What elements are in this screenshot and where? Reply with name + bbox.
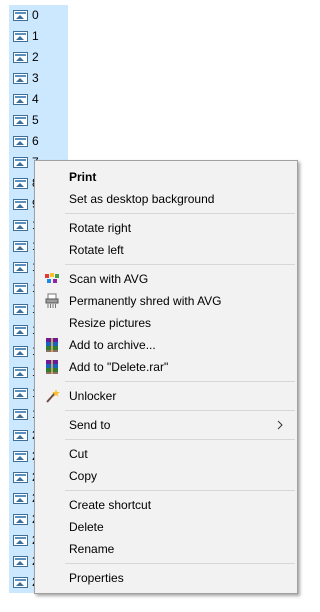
image-file-icon <box>13 556 28 567</box>
menu-separator <box>65 213 295 214</box>
file-item[interactable]: 2 <box>9 47 68 68</box>
menu-item-delete[interactable]: Delete <box>35 516 297 538</box>
menu-item-label: Create shortcut <box>69 498 152 512</box>
image-file-icon <box>13 430 28 441</box>
image-file-icon <box>13 514 28 525</box>
file-name: 3 <box>32 71 39 85</box>
menu-item-copy[interactable]: Copy <box>35 465 297 487</box>
menu-item-label: Send to <box>69 418 111 432</box>
menu-separator <box>65 439 295 440</box>
file-name: 4 <box>32 92 39 106</box>
image-file-icon <box>13 577 28 588</box>
file-item[interactable]: 3 <box>9 68 68 89</box>
menu-item-label: Rotate right <box>69 221 132 235</box>
menu-item-label: Print <box>69 170 97 184</box>
image-file-icon <box>13 304 28 315</box>
menu-item-label: Resize pictures <box>69 316 152 330</box>
image-file-icon <box>13 388 28 399</box>
menu-item-label: Add to "Delete.rar" <box>69 360 169 374</box>
image-file-icon <box>13 409 28 420</box>
image-file-icon <box>13 136 28 147</box>
file-item[interactable]: 5 <box>9 110 68 131</box>
menu-separator <box>65 381 295 382</box>
image-file-icon <box>13 178 28 189</box>
shredder-icon <box>45 293 59 308</box>
image-file-icon <box>13 283 28 294</box>
file-name: 6 <box>32 134 39 148</box>
menu-item-add-to-archive[interactable]: Add to archive... <box>35 334 297 356</box>
menu-item-create-shortcut[interactable]: Create shortcut <box>35 494 297 516</box>
winrar-icon <box>46 360 58 374</box>
file-name: 0 <box>32 8 39 22</box>
menu-item-cut[interactable]: Cut <box>35 443 297 465</box>
file-name: 1 <box>32 29 39 43</box>
menu-item-rename[interactable]: Rename <box>35 538 297 560</box>
menu-item-resize-pictures[interactable]: Resize pictures <box>35 312 297 334</box>
image-file-icon <box>13 31 28 42</box>
image-file-icon <box>13 94 28 105</box>
menu-separator <box>65 264 295 265</box>
explorer-window: 0 1 2 3 4 5 6 7 8 9 1 1 1 1 1 1 1 1 1 1 … <box>0 0 305 612</box>
menu-item-print[interactable]: Print <box>35 166 297 188</box>
menu-item-scan-avg[interactable]: Scan with AVG <box>35 268 297 290</box>
image-file-icon <box>13 262 28 273</box>
file-name: 2 <box>32 50 39 64</box>
image-file-icon <box>13 325 28 336</box>
image-file-icon <box>13 493 28 504</box>
menu-item-label: Unlocker <box>69 389 117 403</box>
image-file-icon <box>13 52 28 63</box>
image-file-icon <box>13 73 28 84</box>
chevron-right-icon <box>277 420 283 430</box>
image-file-icon <box>13 199 28 210</box>
image-file-icon <box>13 220 28 231</box>
menu-separator <box>65 563 295 564</box>
menu-item-label: Permanently shred with AVG <box>69 294 222 308</box>
menu-item-send-to[interactable]: Send to <box>35 414 297 436</box>
menu-item-label: Delete <box>69 520 104 534</box>
image-file-icon <box>13 367 28 378</box>
file-item[interactable]: 1 <box>9 26 68 47</box>
menu-item-label: Rotate left <box>69 243 124 257</box>
file-item[interactable]: 0 <box>9 5 68 26</box>
menu-item-properties[interactable]: Properties <box>35 567 297 589</box>
image-file-icon <box>13 346 28 357</box>
menu-item-label: Scan with AVG <box>69 272 149 286</box>
menu-item-label: Copy <box>69 469 98 483</box>
menu-item-set-desktop-background[interactable]: Set as desktop background <box>35 188 297 210</box>
menu-item-label: Add to archive... <box>69 338 156 352</box>
menu-item-rotate-right[interactable]: Rotate right <box>35 217 297 239</box>
image-file-icon <box>13 115 28 126</box>
menu-separator <box>65 410 295 411</box>
context-menu: Print Set as desktop background Rotate r… <box>34 160 298 594</box>
menu-separator <box>65 490 295 491</box>
menu-item-label: Cut <box>69 447 88 461</box>
image-file-icon <box>13 451 28 462</box>
file-item[interactable]: 4 <box>9 89 68 110</box>
menu-item-label: Rename <box>69 542 115 556</box>
menu-item-label: Set as desktop background <box>69 192 215 206</box>
unlocker-wand-icon <box>46 389 60 403</box>
menu-item-add-to-delete-rar[interactable]: Add to "Delete.rar" <box>35 356 297 378</box>
file-name: 5 <box>32 113 39 127</box>
image-file-icon <box>13 241 28 252</box>
winrar-icon <box>46 338 58 352</box>
image-file-icon <box>13 535 28 546</box>
menu-item-rotate-left[interactable]: Rotate left <box>35 239 297 261</box>
image-file-icon <box>13 157 28 168</box>
menu-item-label: Properties <box>69 571 124 585</box>
image-file-icon <box>13 472 28 483</box>
avg-icon <box>45 273 59 283</box>
menu-item-shred-avg[interactable]: Permanently shred with AVG <box>35 290 297 312</box>
file-item[interactable]: 6 <box>9 131 68 152</box>
menu-item-unlocker[interactable]: Unlocker <box>35 385 297 407</box>
image-file-icon <box>13 10 28 21</box>
